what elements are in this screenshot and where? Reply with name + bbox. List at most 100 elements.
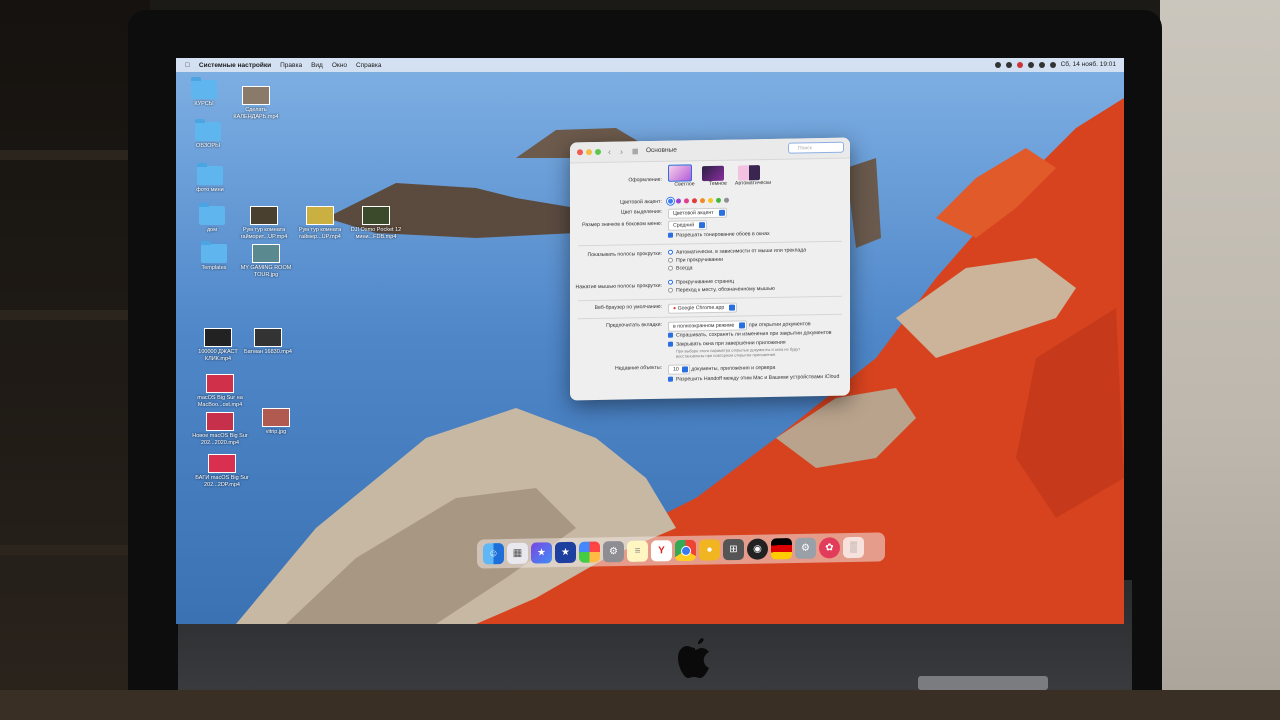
highlight-select[interactable]: Цветовой акцент: [668, 207, 727, 219]
trash-icon[interactable]: ▒: [843, 536, 864, 559]
desktop-folder[interactable]: дом: [184, 203, 240, 234]
apple-menu-icon[interactable]: : [185, 62, 190, 69]
apple-logo-icon: [678, 638, 709, 678]
imovie-icon[interactable]: ★: [531, 542, 552, 564]
notes-icon[interactable]: ≡: [627, 540, 648, 562]
desktop-file[interactable]: Батман 16830.mp4: [240, 328, 296, 356]
back-arrow-icon[interactable]: ‹: [608, 147, 611, 157]
status-icon[interactable]: [994, 61, 1001, 68]
radio-selected-icon: [668, 279, 673, 285]
menu-app-name[interactable]: Системные настройки: [199, 62, 271, 69]
desktop-folder[interactable]: КУРСЫ: [176, 77, 232, 108]
click-jump-radio[interactable]: Переход к месту, обозначенному мышью: [668, 285, 775, 295]
browser-select[interactable]: ● Google Chrome.app: [668, 302, 738, 314]
desktop-file[interactable]: macOS Big Sur на MacBoo...ost.mp4: [192, 374, 248, 408]
menu-help[interactable]: Справка: [356, 62, 382, 69]
tabs-label: Предпочитать вкладки:: [606, 321, 662, 329]
forward-arrow-icon[interactable]: ›: [620, 147, 623, 157]
menu-edit[interactable]: Правка: [280, 62, 302, 69]
menu-clock[interactable]: Сб, 14 нояб. 19:01: [1061, 61, 1116, 68]
radio-icon: [668, 287, 673, 293]
checkbox-checked-icon: [668, 341, 673, 347]
settings-icon[interactable]: ⚙: [603, 540, 624, 563]
scroll-always-radio[interactable]: Всегда: [668, 262, 806, 272]
accent-swatch[interactable]: [668, 198, 673, 204]
desktop-file[interactable]: DJI Osmo Pocket 12 мини...FDB.mp4: [348, 206, 404, 240]
handoff-checkbox[interactable]: Разрешить Handoff между этим Mac и Вашим…: [668, 374, 839, 383]
status-icon[interactable]: [1005, 61, 1012, 68]
light-theme-icon: [668, 164, 692, 182]
chrome-icon: ●: [673, 305, 677, 312]
image-thumbnail-icon: [252, 244, 280, 263]
video-thumbnail-icon: [206, 412, 234, 431]
screen:  Системные настройки Правка Вид Окно Сп…: [176, 58, 1124, 624]
accent-swatch[interactable]: [724, 197, 729, 203]
scrollbars-row: Показывать полосы прокрутки: Автоматичес…: [570, 246, 850, 271]
desktop-folder[interactable]: фото мини: [182, 163, 238, 194]
desktop-file[interactable]: Новое macOS Big Sur 202...2020.mp4: [192, 412, 248, 446]
control-center-icon[interactable]: [1049, 61, 1056, 68]
wifi-icon[interactable]: [1027, 61, 1034, 68]
desk: [0, 690, 1280, 720]
desktop-file[interactable]: MY GAMING ROOM TOUR.jpg: [238, 244, 294, 278]
tabs-row: Предпочитать вкладки: в полноэкранном ре…: [570, 319, 850, 332]
accent-swatch[interactable]: [716, 197, 721, 203]
recent-select[interactable]: 10: [668, 364, 690, 375]
folder-icon: [199, 203, 225, 225]
desktop-file[interactable]: Рум тур комната гаймер...UP.mp4: [292, 206, 348, 240]
accent-swatch[interactable]: [676, 198, 681, 204]
recent-row: Недавние объекты: 10 документы, приложен…: [570, 362, 850, 375]
scrollbars-label: Показывать полосы прокрутки:: [587, 250, 663, 259]
radio-icon: [668, 257, 673, 263]
flag-icon[interactable]: [771, 538, 792, 560]
window-titlebar: ‹ › ▦ Основные Поиск: [570, 137, 850, 164]
desktop-folder[interactable]: Templates: [186, 241, 242, 272]
finder-icon[interactable]: ☺: [483, 543, 504, 565]
desktop-file[interactable]: vitrip.jpg: [248, 408, 304, 436]
room-background-right: [1160, 0, 1280, 720]
checkbox-checked-icon: [668, 332, 673, 338]
photos-icon[interactable]: [579, 541, 600, 563]
desktop-file[interactable]: Рум тур комната гайморит...UP.mp4: [236, 206, 292, 240]
browser-label: Веб-браузер по умолчанию:: [594, 303, 662, 312]
accent-swatch[interactable]: [684, 198, 689, 204]
flag-icon[interactable]: [1016, 61, 1023, 68]
appearance-auto[interactable]: Автоматически: [735, 165, 771, 187]
menu-view[interactable]: Вид: [311, 62, 323, 69]
tabs-select[interactable]: в полноэкранном режиме: [668, 320, 748, 332]
tinting-checkbox[interactable]: Разрешать тонирование обоев в окнах: [668, 231, 770, 239]
zoom-button[interactable]: [595, 148, 601, 156]
preferences-window: ‹ › ▦ Основные Поиск Оформление: Светлое…: [570, 137, 850, 401]
chrome-canary-icon[interactable]: ●: [699, 539, 720, 561]
accent-swatch[interactable]: [692, 198, 697, 204]
highlight-label: Цвет выделения:: [620, 208, 662, 216]
browser-row: Веб-браузер по умолчанию: ● Google Chrom…: [570, 301, 850, 316]
appearance-dark[interactable]: Темное: [702, 165, 733, 188]
checkbox-checked-icon: [668, 376, 673, 382]
desktop-folder[interactable]: ОБЗОРЫ: [180, 119, 236, 150]
accent-swatch[interactable]: [700, 198, 705, 204]
search-icon[interactable]: [1038, 61, 1045, 68]
obs-icon[interactable]: ◉: [747, 538, 768, 560]
close-button[interactable]: [577, 149, 583, 156]
grid-icon[interactable]: ▦: [632, 147, 639, 155]
star-icon[interactable]: ★: [555, 541, 576, 564]
desktop-file[interactable]: 100000 ДЖАСТ КЛИК.mp4: [190, 328, 246, 362]
checkbox-checked-icon: [668, 232, 673, 238]
calculator-icon[interactable]: ⊞: [723, 538, 744, 561]
minimize-button[interactable]: [586, 149, 592, 156]
accent-swatch[interactable]: [708, 197, 713, 204]
search-field[interactable]: Поиск: [788, 141, 844, 154]
appearance-light[interactable]: Светлое: [668, 164, 701, 188]
radio-icon: [668, 265, 673, 271]
yandex-icon[interactable]: Y: [651, 540, 672, 562]
sidebar-size-select[interactable]: Средний: [668, 220, 708, 231]
chrome-icon[interactable]: [675, 539, 696, 562]
video-thumbnail-icon: [362, 206, 390, 225]
desktop-file[interactable]: Сделать КАЛЕНДАРЬ.mp4: [228, 86, 284, 120]
launchpad-icon[interactable]: ▦: [507, 542, 528, 565]
disk-utility-icon[interactable]: ⚙: [795, 537, 816, 560]
menu-window[interactable]: Окно: [332, 62, 347, 69]
desktop-file[interactable]: БАГИ macOS Big Sur 202...2DP.mp4: [194, 454, 250, 488]
fruit-icon[interactable]: ✿: [819, 537, 840, 559]
